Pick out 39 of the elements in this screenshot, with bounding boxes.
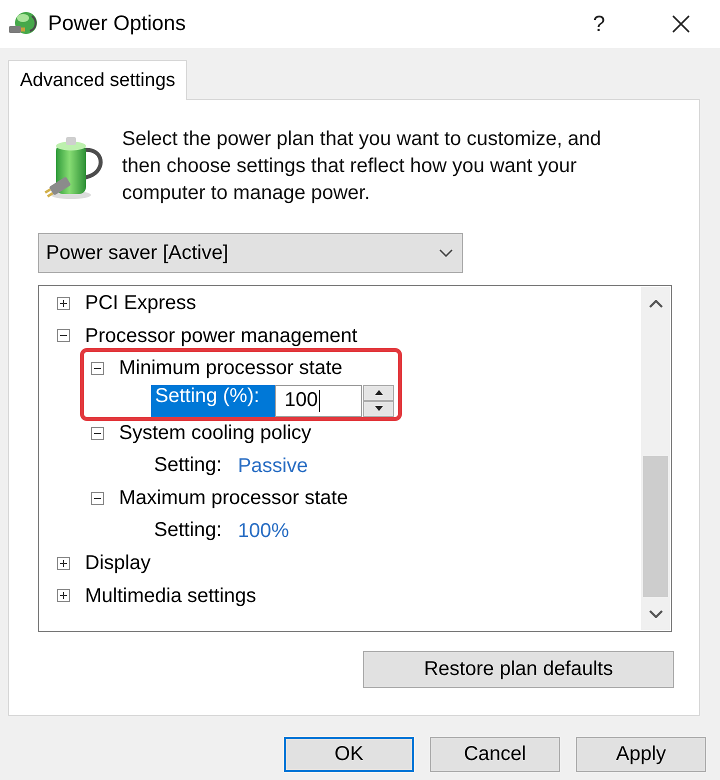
spin-down-button[interactable] [363,400,394,417]
percent-input[interactable]: 100 [275,384,362,417]
triangle-up-icon [374,390,383,396]
plus-box-icon[interactable] [57,589,70,602]
tab[interactable]: Advanced settings [8,60,188,100]
chevron-down-icon [648,610,662,618]
window-title: Power Options [48,12,187,36]
minus-box-icon[interactable] [91,492,104,505]
tree-item[interactable]: Processor power management [85,324,358,347]
tree-item[interactable]: Maximum processor state [119,487,348,510]
minus-box-icon[interactable] [91,426,104,440]
tree-item[interactable]: PCI Express [85,292,196,314]
setting-label[interactable]: Setting: [150,514,226,547]
setting-value[interactable]: 100% [238,520,289,542]
restore-defaults-button[interactable]: Restore plan defaults [363,651,674,688]
tree-item[interactable]: Multimedia settings [85,584,256,607]
plus-box-icon[interactable] [57,556,70,570]
dialog-button[interactable]: Cancel [430,737,560,772]
scrollbar-thumb[interactable] [643,456,668,597]
triangle-down-icon [374,406,383,412]
chevron-up-icon [648,300,662,308]
tree-item[interactable]: System cooling policy [119,422,312,444]
plan-dropdown[interactable]: Power saver [Active] [38,233,463,273]
setting-label[interactable]: Setting (%): [151,384,276,417]
minus-box-icon[interactable] [91,362,104,375]
text-cursor-icon [318,390,320,412]
chevron-down-icon [439,249,453,257]
dialog-button[interactable]: Apply [576,737,706,772]
intro-text: Select the power plan that you want to customize, and then choose settings that reflect how you want your computer to manage power. [122,127,602,206]
minus-box-icon[interactable] [57,329,70,342]
close-icon [672,15,690,33]
setting-label[interactable]: Setting: [150,450,226,482]
tree-item[interactable]: Display [85,552,151,574]
plus-box-icon[interactable] [57,296,70,310]
help-button[interactable]: ? [576,4,622,44]
dialog-button[interactable]: OK [284,737,414,772]
tree-item[interactable]: Minimum processor state [119,357,342,380]
setting-value[interactable]: Passive [238,454,308,477]
spin-up-button[interactable] [363,384,394,401]
